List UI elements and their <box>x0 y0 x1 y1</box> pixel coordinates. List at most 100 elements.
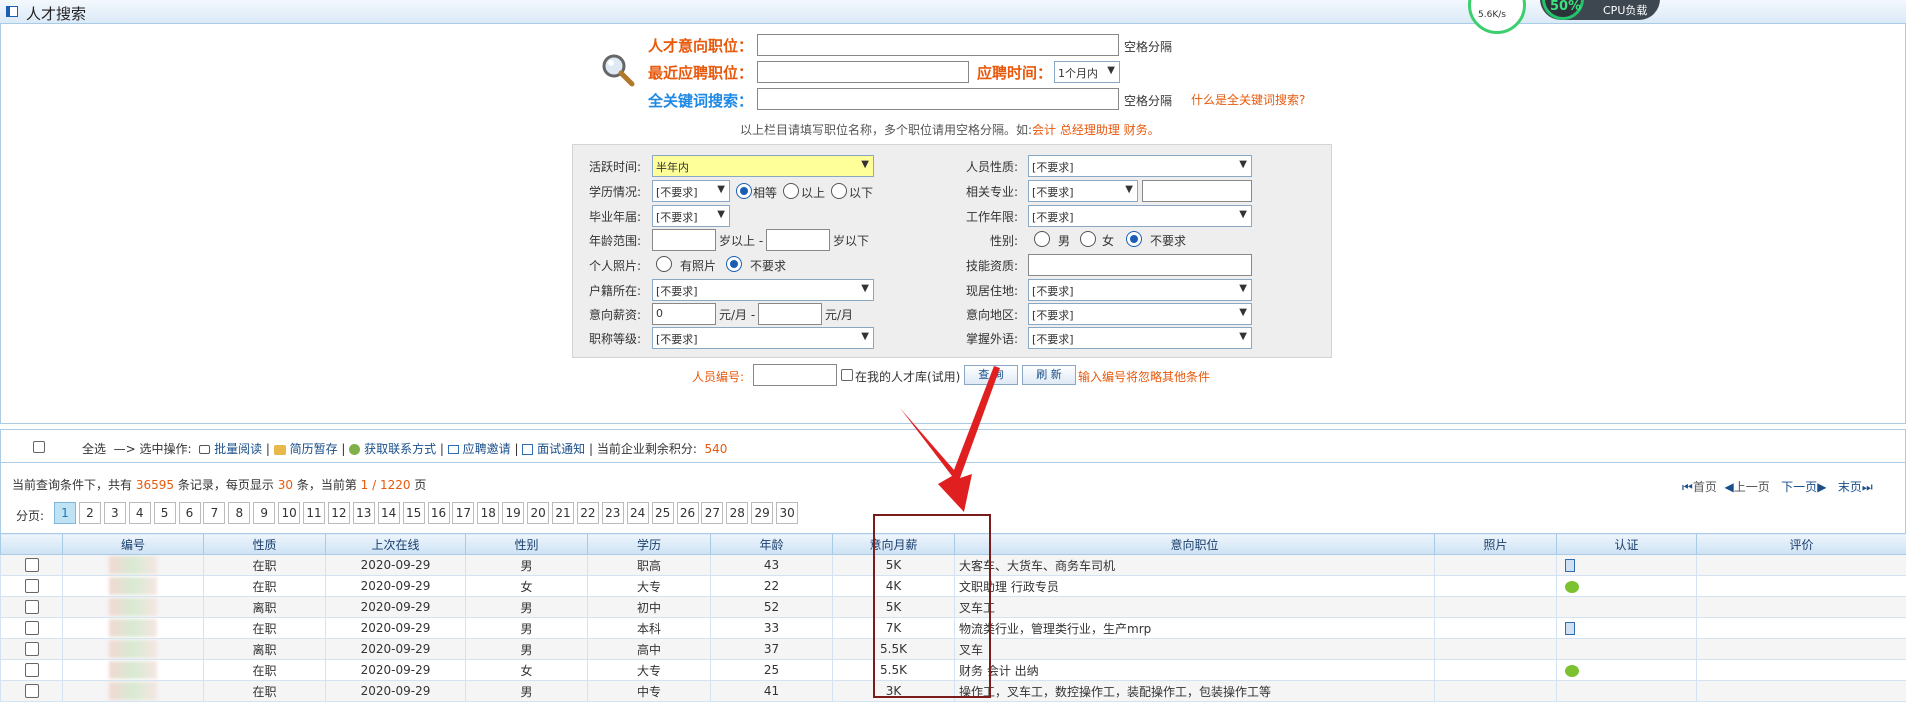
get-contact-link[interactable]: 获取联系方式 <box>364 442 436 456</box>
recent-job-input[interactable] <box>757 61 969 83</box>
page-number-button[interactable]: 16 <box>427 502 450 524</box>
batch-read-link[interactable]: 批量阅读 <box>214 442 262 456</box>
page-number-button[interactable]: 22 <box>576 502 599 524</box>
active-time-select[interactable]: 半年内 ▼ <box>652 155 874 177</box>
edu-above-radio[interactable] <box>783 183 799 199</box>
education-select[interactable]: [不要求] ▼ <box>652 180 730 202</box>
page-number-button[interactable]: 21 <box>552 502 574 524</box>
title-level-select[interactable]: [不要求] ▼ <box>652 327 874 349</box>
edu-equal-radio[interactable] <box>736 183 752 199</box>
keyword-input[interactable] <box>757 88 1119 110</box>
page-number-button[interactable]: 4 <box>128 502 151 524</box>
prev-page-link[interactable]: 上一页 <box>1734 480 1770 494</box>
temp-save-link[interactable]: 简历暂存 <box>290 442 338 456</box>
column-header[interactable]: 认证 <box>1556 533 1697 555</box>
interview-link[interactable]: 面试通知 <box>537 442 585 456</box>
page-number-button[interactable]: 7 <box>203 502 226 524</box>
invite-link[interactable]: 应聘邀请 <box>463 442 511 456</box>
page-number-button[interactable]: 9 <box>253 502 276 524</box>
photo-any-radio[interactable] <box>726 256 742 272</box>
job-intent-input[interactable] <box>757 34 1119 56</box>
row-id-cell[interactable] <box>62 617 204 639</box>
grad-year-select[interactable]: [不要求] ▼ <box>652 205 730 227</box>
page-number-button[interactable]: 3 <box>103 502 126 524</box>
page-number-button[interactable]: 17 <box>452 502 475 524</box>
major-input[interactable] <box>1142 180 1252 202</box>
skill-input[interactable] <box>1028 254 1252 276</box>
row-checkbox[interactable] <box>24 621 39 636</box>
photo-has-radio[interactable] <box>656 256 672 272</box>
page-number-button[interactable]: 25 <box>651 502 674 524</box>
major-select[interactable]: [不要求] ▼ <box>1028 180 1138 202</box>
page-number-button[interactable]: 1 <box>54 502 76 524</box>
work-years-select[interactable]: [不要求] ▼ <box>1028 205 1252 227</box>
wechat-icon[interactable] <box>1565 580 1579 593</box>
row-checkbox[interactable] <box>24 663 39 678</box>
column-header[interactable]: 年龄 <box>710 533 833 555</box>
page-number-button[interactable]: 24 <box>626 502 649 524</box>
row-id-cell[interactable] <box>62 680 204 702</box>
page-number-button[interactable]: 26 <box>676 502 699 524</box>
page-number-button[interactable]: 29 <box>751 502 774 524</box>
page-number-button[interactable]: 19 <box>502 502 525 524</box>
column-header[interactable]: 上次在线 <box>325 533 466 555</box>
column-header[interactable]: 意向职位 <box>954 533 1435 555</box>
gender-male-radio[interactable] <box>1034 231 1050 247</box>
column-header[interactable]: 性质 <box>203 533 326 555</box>
page-number-button[interactable]: 6 <box>178 502 201 524</box>
document-icon[interactable] <box>1565 622 1575 635</box>
page-number-button[interactable]: 8 <box>228 502 251 524</box>
row-checkbox[interactable] <box>24 600 39 615</box>
page-number-button[interactable]: 20 <box>527 502 550 524</box>
salary-min-input[interactable]: 0 <box>652 303 716 325</box>
document-icon[interactable] <box>1565 559 1575 572</box>
page-number-button[interactable]: 13 <box>352 502 375 524</box>
last-page-link[interactable]: 末页 <box>1838 480 1862 494</box>
edu-below-radio[interactable] <box>831 183 847 199</box>
row-checkbox[interactable] <box>24 684 39 699</box>
row-id-cell[interactable] <box>62 659 204 681</box>
wechat-icon[interactable] <box>1565 664 1579 677</box>
page-number-button[interactable]: 30 <box>776 502 799 524</box>
keyword-help-link[interactable]: 什么是全关键词搜索? <box>1191 91 1305 108</box>
column-header[interactable]: 评价 <box>1696 533 1906 555</box>
page-number-button[interactable]: 5 <box>153 502 176 524</box>
apply-time-select[interactable]: 1个月内 ▼ <box>1054 61 1120 83</box>
refresh-button[interactable]: 刷 新 <box>1022 365 1076 385</box>
column-header[interactable]: 性别 <box>465 533 588 555</box>
page-number-button[interactable]: 27 <box>701 502 724 524</box>
nature-select[interactable]: [不要求] ▼ <box>1028 155 1252 177</box>
page-number-button[interactable]: 18 <box>477 502 500 524</box>
age-min-input[interactable] <box>652 229 716 251</box>
gender-female-radio[interactable] <box>1080 231 1096 247</box>
column-header[interactable]: 照片 <box>1434 533 1557 555</box>
page-number-button[interactable]: 2 <box>78 502 101 524</box>
hukou-select[interactable]: [不要求] ▼ <box>652 279 874 301</box>
page-number-button[interactable]: 14 <box>377 502 400 524</box>
age-max-input[interactable] <box>766 229 830 251</box>
row-id-cell[interactable] <box>62 554 204 576</box>
person-id-input[interactable] <box>753 364 837 386</box>
page-number-button[interactable]: 23 <box>601 502 624 524</box>
row-checkbox[interactable] <box>24 642 39 657</box>
row-id-cell[interactable] <box>62 638 204 660</box>
page-number-button[interactable]: 11 <box>303 502 325 524</box>
region-select[interactable]: [不要求] ▼ <box>1028 303 1252 325</box>
select-all-checkbox[interactable] <box>33 441 45 453</box>
page-number-button[interactable]: 10 <box>278 502 301 524</box>
column-header[interactable]: 学历 <box>587 533 711 555</box>
row-checkbox[interactable] <box>24 558 39 573</box>
row-checkbox[interactable] <box>24 579 39 594</box>
in-my-library-checkbox[interactable] <box>841 369 853 381</box>
page-number-button[interactable]: 28 <box>726 502 749 524</box>
language-select[interactable]: [不要求] ▼ <box>1028 327 1252 349</box>
column-header[interactable] <box>0 533 63 555</box>
page-number-button[interactable]: 15 <box>402 502 425 524</box>
residence-select[interactable]: [不要求] ▼ <box>1028 279 1252 301</box>
page-number-button[interactable]: 12 <box>327 502 350 524</box>
first-page-link[interactable]: 首页 <box>1693 480 1717 494</box>
column-header[interactable]: 编号 <box>62 533 204 555</box>
salary-max-input[interactable] <box>758 303 822 325</box>
row-id-cell[interactable] <box>62 596 204 618</box>
next-page-link[interactable]: 下一页 <box>1781 480 1817 494</box>
